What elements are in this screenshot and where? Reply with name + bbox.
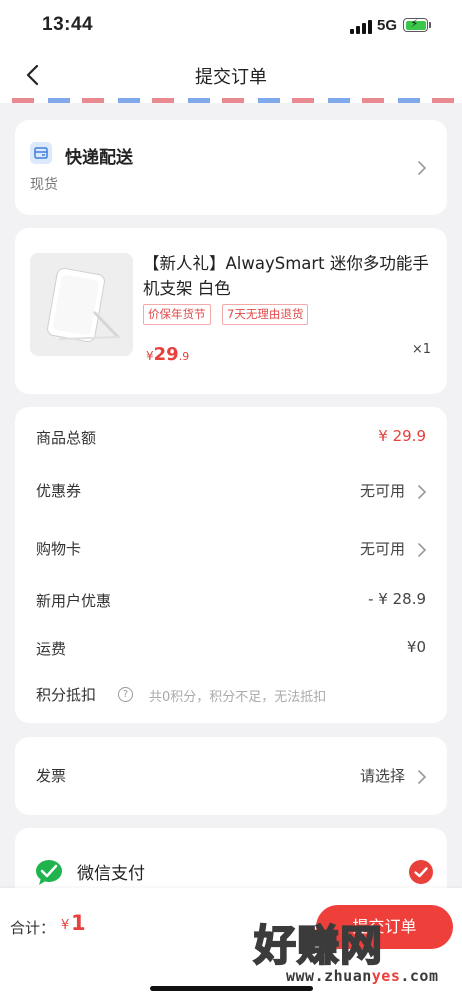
chevron-right-icon [418,543,427,557]
delivery-title: 快递配送 [65,148,133,168]
product-price: ¥29.9 [146,344,189,365]
chevron-right-icon [418,770,427,784]
price-decimal: .9 [178,350,190,363]
shopping-card-value: 无可用 [359,540,405,558]
points-row: 积分抵扣 ? 共0积分，积分不足，无法抵扣 [15,684,447,708]
goods-total-label: 商品总额 [36,429,97,447]
points-note: 共0积分，积分不足，无法抵扣 [149,690,327,705]
new-user-discount-value: - ¥ 28.9 [368,590,426,608]
check-circle-icon[interactable] [409,860,433,884]
help-icon[interactable]: ? [118,687,133,702]
signal-icon [350,20,372,34]
shipping-label: 运费 [36,640,67,658]
watermark-url-prefix: www.zhuan [286,967,372,985]
price-integer: 29 [153,344,179,365]
goods-total-value: ¥ 29.9 [378,427,426,445]
shipping-row: 运费 ¥0 [15,638,447,662]
total-label: 合计： [10,919,56,937]
shopping-card-row[interactable]: 购物卡 无可用 [15,538,447,562]
network-type: 5G [377,17,398,34]
payment-label: 微信支付 [77,864,145,884]
nav-bar: 提交订单 [0,52,462,98]
product-title[interactable]: 【新人礼】AlwaySmart 迷你多功能手机支架 白色 [143,251,435,301]
delivery-card[interactable]: 快递配送 现货 [15,120,447,215]
wechat-pay-icon [36,860,62,885]
battery-tip [429,22,431,28]
new-user-discount-label: 新用户优惠 [36,592,112,610]
watermark-url-suffix: .com [400,967,439,985]
coupon-value: 无可用 [359,482,405,500]
product-card: 【新人礼】AlwaySmart 迷你多功能手机支架 白色 价保年货节 7天无理由… [15,228,447,394]
new-user-discount-row: 新用户优惠 - ¥ 28.9 [15,590,447,614]
invoice-label: 发票 [36,767,67,785]
shipping-value: ¥0 [406,638,426,656]
home-indicator [150,986,313,991]
shopping-card-label: 购物卡 [36,540,82,558]
coupon-label: 优惠券 [36,482,82,500]
invoice-row[interactable]: 发票 请选择 [15,765,447,789]
invoice-value: 请选择 [359,767,405,785]
points-label: 积分抵扣 [36,686,97,704]
truck-icon [30,142,52,164]
status-bar: 13:44 5G ⚡ [0,0,462,52]
invoice-card[interactable]: 发票 请选择 [15,737,447,815]
chevron-right-icon [418,161,427,175]
chevron-right-icon [418,485,427,499]
price-symbol: ¥ [146,349,154,363]
order-summary-card: 商品总额 ¥ 29.9 优惠券 无可用 购物卡 无可用 新用户优惠 - ¥ 28… [15,407,447,723]
coupon-row[interactable]: 优惠券 无可用 [15,480,447,504]
total-symbol: ¥ [61,918,70,933]
product-tag: 价保年货节 [143,304,211,325]
product-quantity: ×1 [411,342,431,357]
goods-total-row: 商品总额 ¥ 29.9 [15,427,447,451]
battery-icon: ⚡ [403,17,428,32]
watermark-url: www.zhuanyes.com [286,967,439,985]
status-time: 13:44 [42,14,94,35]
page-title: 提交订单 [195,67,267,88]
address-border-stripe [0,98,462,106]
product-image[interactable] [30,253,133,356]
delivery-subtitle: 现货 [30,177,58,193]
total-value: 1 [71,911,86,935]
watermark-logo: 好赚网 [253,920,384,971]
watermark-url-highlight: yes [371,967,401,985]
product-tag: 7天无理由退货 [222,304,309,325]
